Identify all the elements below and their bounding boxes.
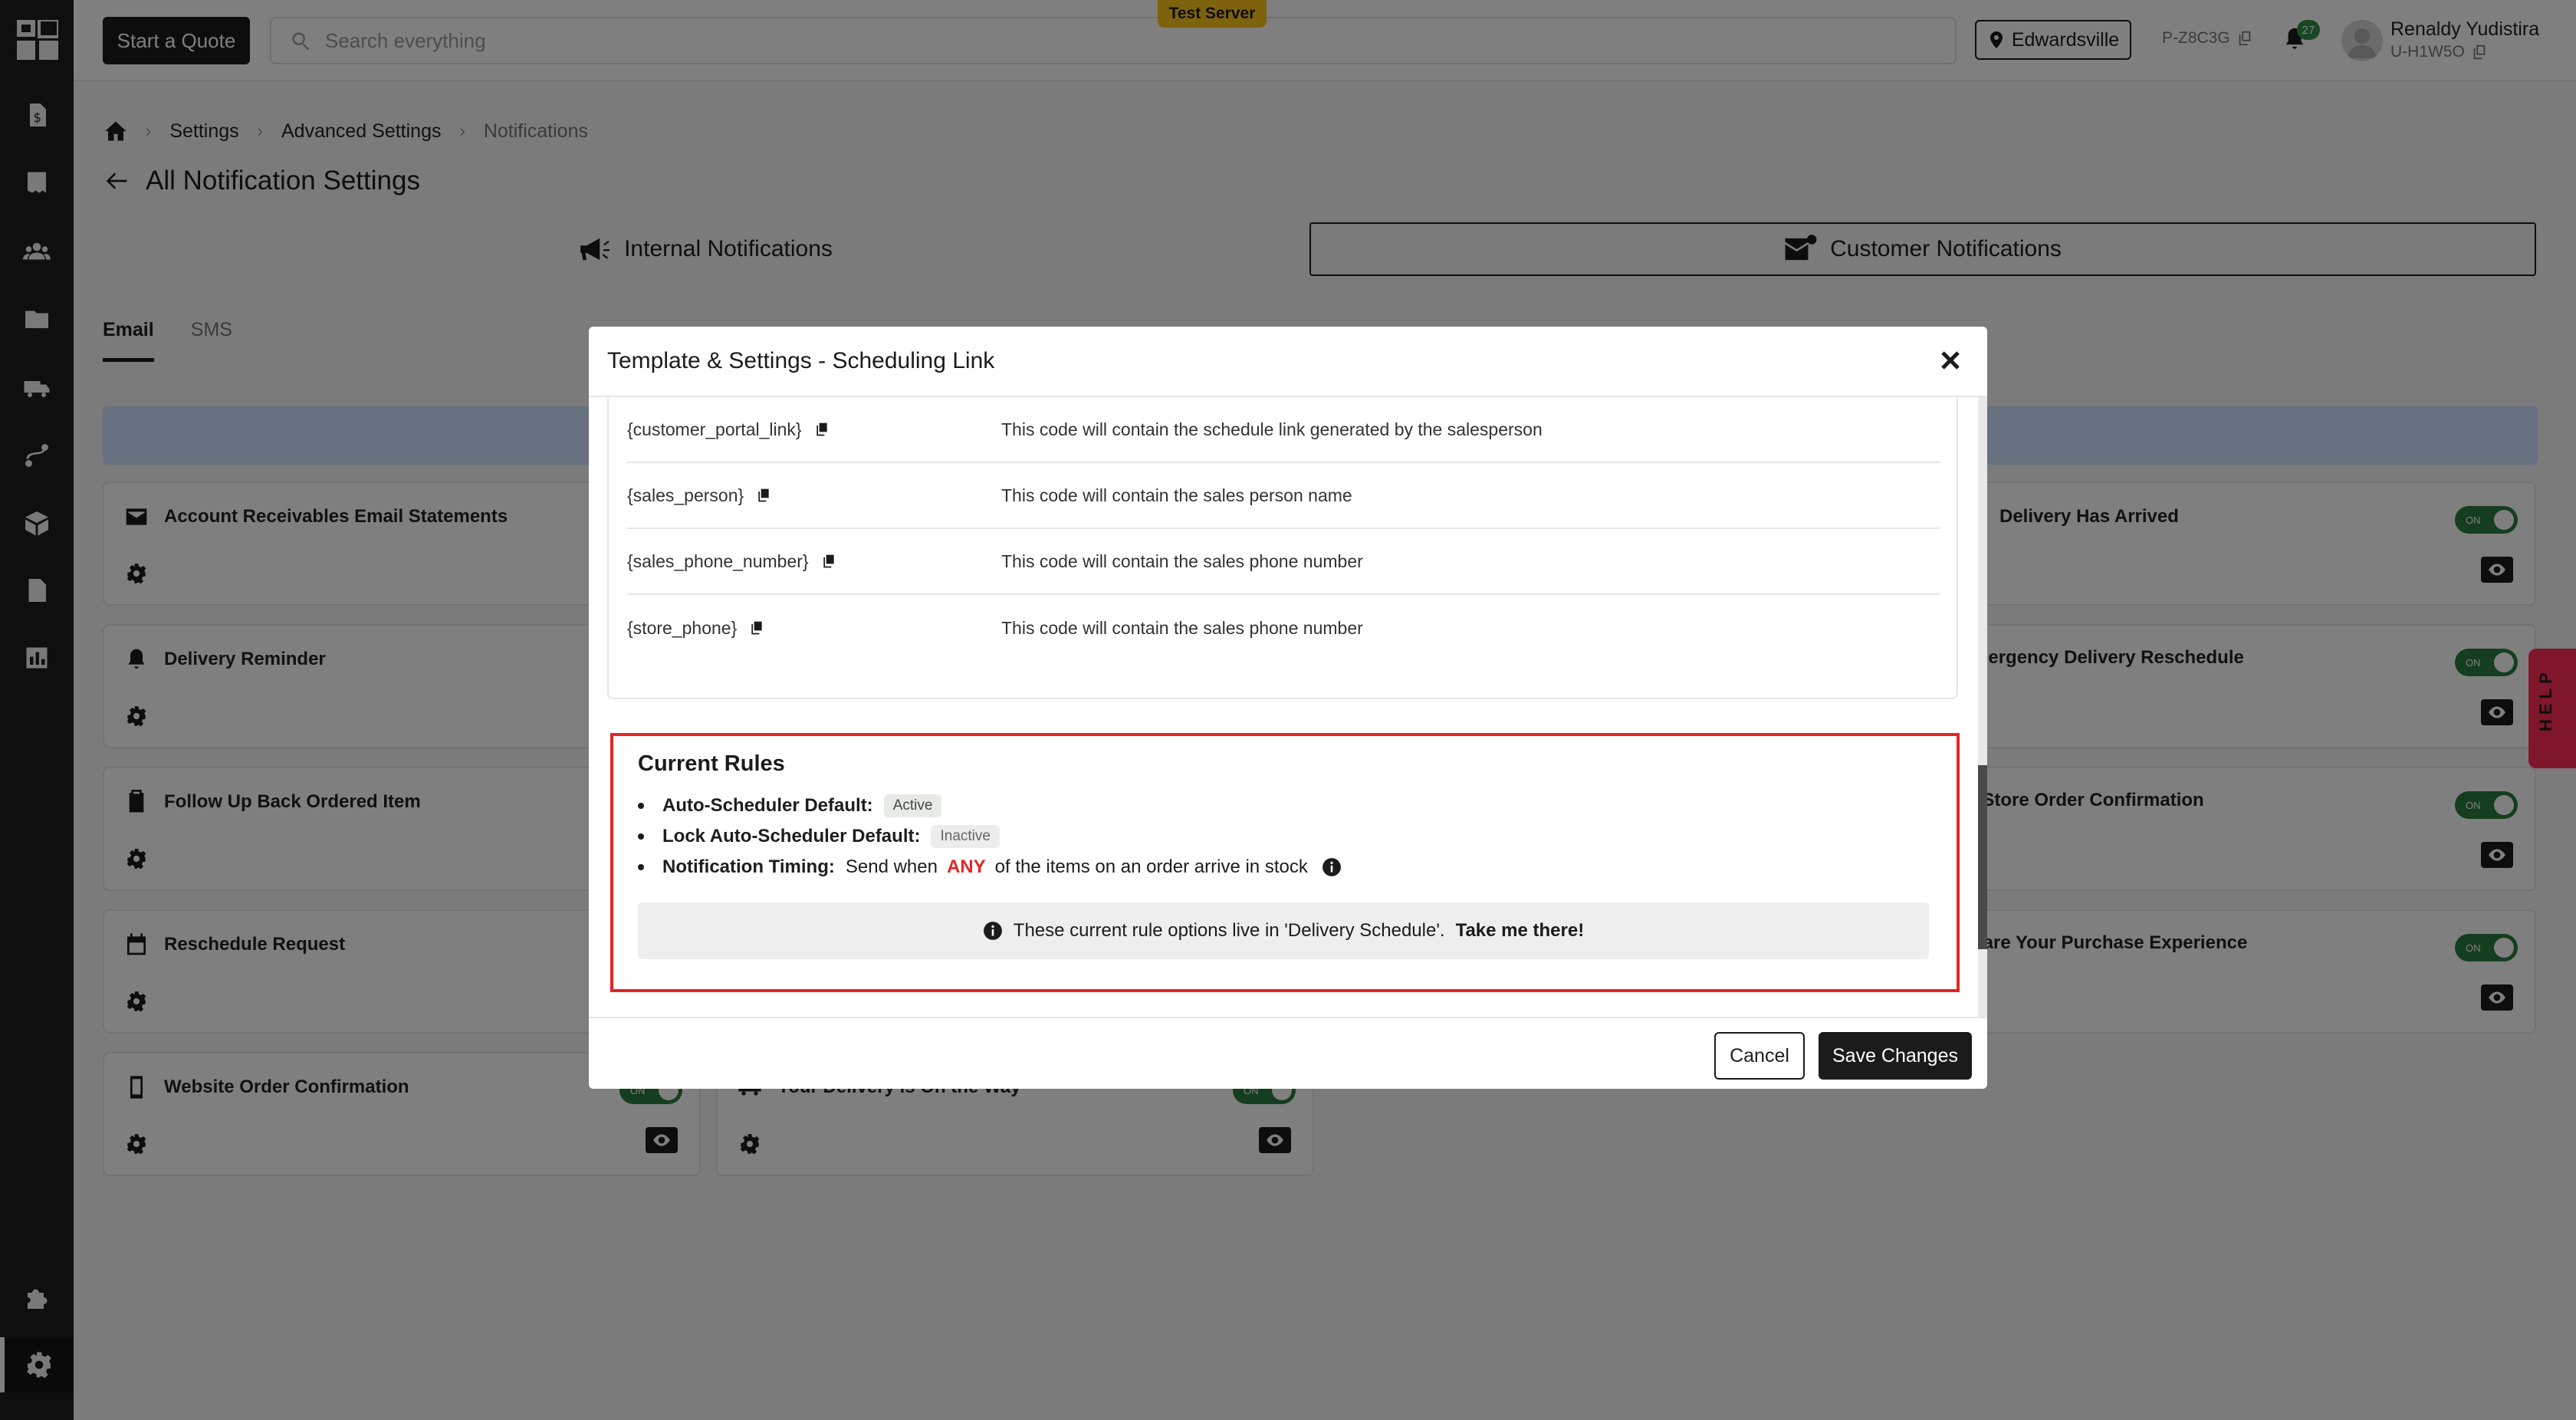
info-icon[interactable] xyxy=(1322,857,1342,877)
code-description: This code will contain the sales person … xyxy=(1001,485,1352,505)
copy-icon[interactable] xyxy=(821,553,836,570)
rule-label: Lock Auto-Scheduler Default: xyxy=(662,826,921,846)
timing-suffix: of the items on an order arrive in stock xyxy=(994,856,1308,877)
placeholder-codes-table: {customer_portal_link} This code will co… xyxy=(607,397,1958,699)
code-key: {customer_portal_link} xyxy=(627,419,1001,440)
code-key-text: {store_phone} xyxy=(627,617,738,638)
scrollbar-thumb[interactable] xyxy=(1978,765,1987,949)
current-rules-panel: Current Rules Auto-Scheduler Default: Act… xyxy=(610,733,1960,992)
rules-content: Current Rules Auto-Scheduler Default: Act… xyxy=(638,751,1929,959)
close-button[interactable] xyxy=(1935,345,1966,376)
code-key-text: {sales_person} xyxy=(627,485,744,505)
close-icon xyxy=(1941,351,1960,370)
code-description: This code will contain the sales phone n… xyxy=(1001,617,1363,638)
info-icon xyxy=(983,922,1002,940)
rule-lock-auto-scheduler: Lock Auto-Scheduler Default: Inactive xyxy=(638,821,1924,852)
modal-header: Template & Settings - Scheduling Link xyxy=(589,327,1987,397)
rules-note: These current rule options live in 'Deli… xyxy=(638,902,1929,959)
code-key: {sales_person} xyxy=(627,485,1001,506)
table-row: {store_phone} This code will contain the… xyxy=(627,595,1940,661)
code-key: {store_phone} xyxy=(627,618,1001,639)
bullet xyxy=(638,803,644,809)
code-key-text: {sales_phone_number} xyxy=(627,551,809,571)
table-row: {sales_phone_number} This code will cont… xyxy=(627,529,1940,595)
modal-footer: Cancel Save Changes xyxy=(589,1017,1987,1089)
copy-icon[interactable] xyxy=(749,620,764,636)
rule-auto-scheduler: Auto-Scheduler Default: Active xyxy=(638,791,1924,821)
code-key-text: {customer_portal_link} xyxy=(627,419,802,439)
rules-title: Current Rules xyxy=(638,751,785,776)
bullet xyxy=(638,833,644,840)
rule-label: Auto-Scheduler Default: xyxy=(662,795,873,816)
rule-notification-timing: Notification Timing: Send when ANY of the i… xyxy=(638,852,1924,883)
copy-icon[interactable] xyxy=(756,487,771,504)
rules-note-text: These current rule options live in 'Deli… xyxy=(1013,920,1445,941)
timing-prefix: Send when xyxy=(845,856,938,877)
table-row: {sales_person} This code will contain th… xyxy=(627,463,1940,529)
code-description: This code will contain the sales phone n… xyxy=(1001,551,1363,571)
modal-title: Template & Settings - Scheduling Link xyxy=(607,348,995,373)
cancel-button[interactable]: Cancel xyxy=(1714,1032,1805,1080)
table-row: {customer_portal_link} This code will co… xyxy=(627,397,1940,463)
code-key: {sales_phone_number} xyxy=(627,551,1001,572)
rule-label: Notification Timing: xyxy=(662,856,835,877)
modal-scrollbar[interactable] xyxy=(1978,397,1987,1017)
copy-icon[interactable] xyxy=(814,421,830,438)
timing-any: ANY xyxy=(946,856,986,877)
take-me-there-link[interactable]: Take me there! xyxy=(1456,920,1585,942)
code-description: This code will contain the schedule link… xyxy=(1001,419,1543,439)
save-changes-button[interactable]: Save Changes xyxy=(1819,1032,1972,1080)
status-badge: Active xyxy=(883,794,942,817)
status-badge: Inactive xyxy=(931,825,1000,848)
rules-list: Auto-Scheduler Default: Active Lock Auto-… xyxy=(638,791,1924,883)
bullet xyxy=(638,864,644,870)
